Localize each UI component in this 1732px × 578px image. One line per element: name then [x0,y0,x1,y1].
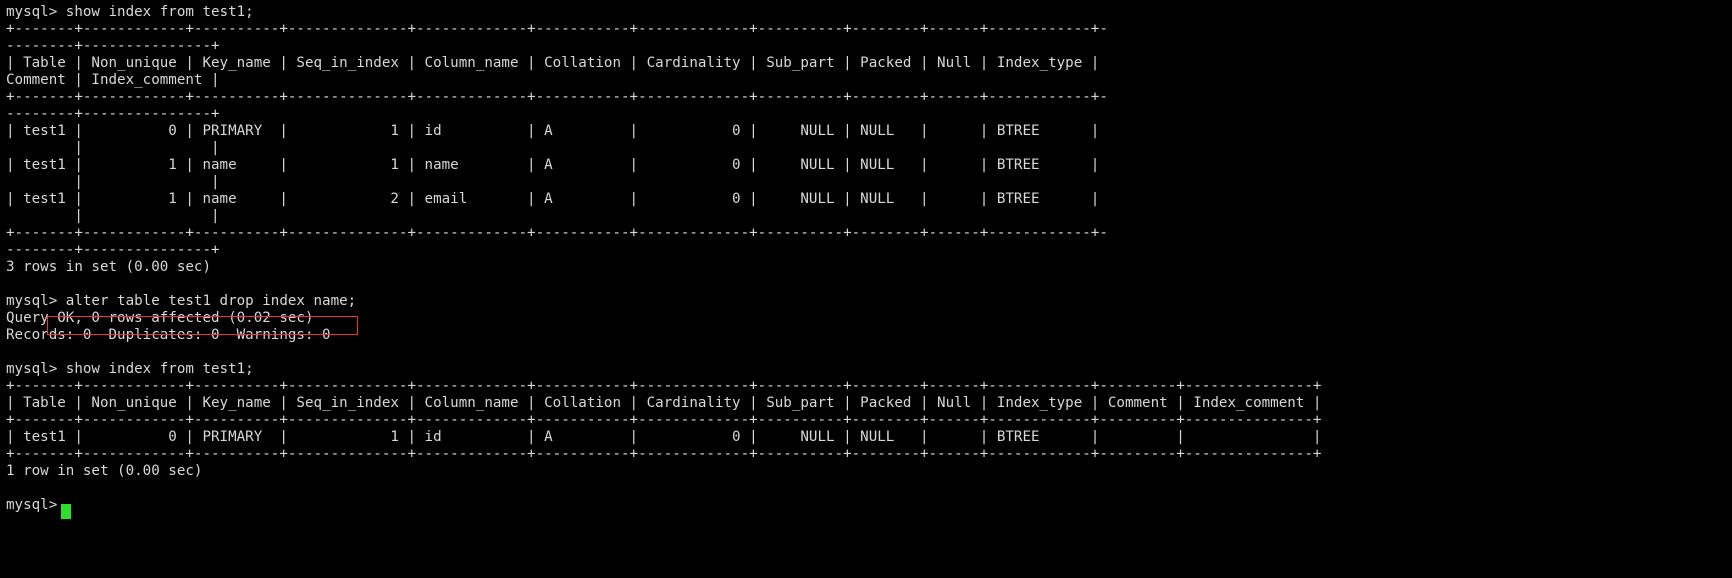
terminal-line-table-row-wrap: | | [6,174,220,190]
terminal-line-result-status: 1 row in set (0.00 sec) [6,463,203,479]
terminal-line-result-status: Records: 0 Duplicates: 0 Warnings: 0 [6,327,331,343]
terminal-line-table-rule: +-------+------------+----------+-------… [6,446,1322,462]
terminal-line-command: mysql> show index from test1; [6,4,254,20]
terminal-cursor [61,504,71,519]
terminal-window[interactable]: mysql> show index from test1; +-------+--… [0,0,1732,578]
terminal-line-command-highlighted: mysql> alter table test1 drop index name… [6,293,357,309]
terminal-line-table-rule-wrap: --------+---------------+ [6,242,220,258]
terminal-line-table-row-wrap: | | [6,140,220,156]
terminal-line-prompt: mysql> [6,497,66,513]
terminal-line-result-status: Query OK, 0 rows affected (0.02 sec) [6,310,314,326]
terminal-line-table-rule: +-------+------------+----------+-------… [6,21,1108,37]
terminal-line-table-row-wrap: | | [6,208,220,224]
terminal-line-result-status: 3 rows in set (0.00 sec) [6,259,211,275]
terminal-line-table-header: | Table | Non_unique | Key_name | Seq_in… [6,395,1322,411]
terminal-line-command: mysql> show index from test1; [6,361,254,377]
terminal-line-table-rule-wrap: --------+---------------+ [6,106,220,122]
terminal-line-table-header-wrap: Comment | Index_comment | [6,72,220,88]
terminal-line-table-row: | test1 | 0 | PRIMARY | 1 | id | A | 0 |… [6,123,1100,139]
terminal-line-table-rule-wrap: --------+---------------+ [6,38,220,54]
terminal-output: mysql> show index from test1; +-------+--… [6,4,1732,514]
terminal-line-table-row: | test1 | 1 | name | 2 | email | A | 0 |… [6,191,1100,207]
terminal-line-table-rule: +-------+------------+----------+-------… [6,225,1108,241]
terminal-line-table-rule: +-------+------------+----------+-------… [6,378,1322,394]
terminal-line-table-header: | Table | Non_unique | Key_name | Seq_in… [6,55,1100,71]
terminal-line-table-row: | test1 | 0 | PRIMARY | 1 | id | A | 0 |… [6,429,1322,445]
terminal-line-table-row: | test1 | 1 | name | 1 | name | A | 0 | … [6,157,1100,173]
terminal-line-table-rule: +-------+------------+----------+-------… [6,412,1322,428]
terminal-line-table-rule: +-------+------------+----------+-------… [6,89,1108,105]
